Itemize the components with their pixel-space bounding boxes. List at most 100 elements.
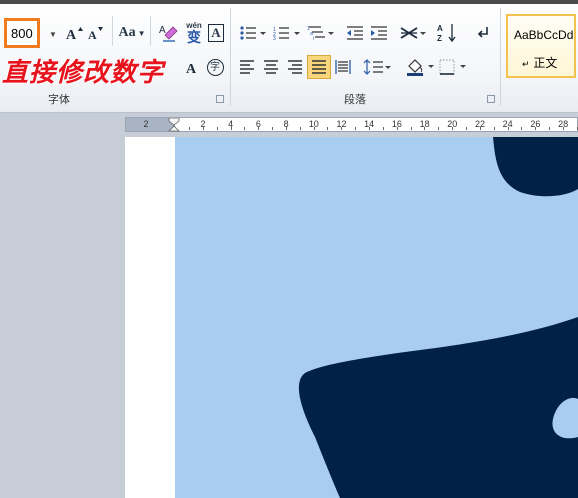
style-name-label: ↵ 正文: [522, 54, 557, 71]
grow-font-button[interactable]: A: [64, 22, 84, 44]
multilevel-list-button[interactable]: 1ai: [306, 22, 336, 44]
shape-bottom-blob: [298, 317, 578, 498]
font-shrink-icon: A: [88, 27, 103, 41]
ruler-tick: [549, 127, 550, 130]
font-group-label: 字体: [48, 94, 70, 106]
align-left-icon: [240, 60, 254, 74]
indent-marker-icon[interactable]: [168, 118, 180, 132]
ribbon-top-border: [0, 0, 578, 4]
svg-text:A: A: [159, 25, 166, 36]
svg-text:A: A: [66, 28, 77, 41]
paragraph-return-icon: ↵: [522, 60, 530, 70]
shape-top-blob: [493, 137, 578, 197]
paragraph-mark-icon: [477, 27, 488, 38]
ruler-tick: [258, 127, 259, 130]
distributed-icon: [335, 60, 351, 74]
ruler-tick: [452, 127, 453, 130]
show-marks-button[interactable]: [472, 22, 494, 44]
ruler-tick: [327, 127, 328, 130]
decrease-indent-icon: [347, 26, 363, 40]
svg-text:Z: Z: [437, 34, 442, 43]
ruler-tick: [494, 127, 495, 130]
font-grow-icon: A: [66, 27, 83, 41]
separator: [150, 16, 151, 46]
chevron-down-icon: ▼: [49, 29, 57, 39]
svg-text:3: 3: [273, 36, 276, 40]
character-border-button[interactable]: A: [206, 22, 226, 44]
svg-text:A: A: [88, 28, 97, 41]
ruler-tick: [355, 127, 356, 130]
paragraph-group-label: 段落: [344, 94, 366, 106]
align-right-button[interactable]: [284, 56, 306, 78]
clear-highlight-button[interactable]: A: [182, 56, 202, 78]
bullet-list-icon: [240, 26, 266, 40]
ruler-tick: [272, 127, 273, 130]
multilevel-list-icon: 1ai: [307, 26, 334, 41]
style-sample-text: AaBbCcDd: [514, 28, 574, 42]
group-separator: [230, 8, 231, 106]
justify-button[interactable]: [307, 55, 331, 79]
sort-button[interactable]: AZ: [434, 20, 460, 46]
font-size-dropdown-button[interactable]: ▼: [44, 24, 62, 44]
increase-indent-icon: [371, 26, 387, 40]
font-size-input[interactable]: 800: [4, 18, 40, 48]
ruler-tick: [563, 127, 564, 130]
ruler-tick: [411, 127, 412, 130]
distributed-button[interactable]: [332, 56, 354, 78]
ruler-tick: [217, 127, 218, 130]
clear-formatting-button[interactable]: A: [156, 20, 180, 44]
decrease-indent-button[interactable]: [344, 22, 366, 44]
ruler-tick: [314, 127, 315, 130]
horizontal-ruler[interactable]: 2 2 4 6 8 10 12 14 16 18 20 22 24 26 28: [125, 117, 578, 132]
bullets-button[interactable]: [238, 22, 268, 44]
enclose-char-label: 字: [206, 58, 224, 76]
borders-button[interactable]: [438, 56, 468, 78]
svg-text:A: A: [437, 24, 443, 33]
ruler-tick: [397, 127, 398, 130]
ruler-tick: [286, 127, 287, 130]
ruler-tick: [466, 127, 467, 130]
justify-icon: [312, 60, 326, 74]
font-dialog-launcher-icon[interactable]: [216, 95, 224, 103]
change-case-label: Aa: [118, 25, 136, 40]
ruler-tick: [383, 127, 384, 130]
align-right-icon: [288, 60, 302, 74]
ruler-tick: [203, 127, 204, 130]
ruler-tick: [369, 127, 370, 130]
paint-bucket-icon: [407, 59, 434, 76]
align-center-icon: [264, 60, 278, 74]
ruler-tick: [535, 127, 536, 130]
image-canvas[interactable]: [175, 137, 578, 498]
ruler-tick: [438, 127, 439, 130]
ruler-tick: [231, 127, 232, 130]
ruler-tick: [244, 127, 245, 130]
ruler-tick: [300, 127, 301, 130]
phonetic-guide-button[interactable]: wén 变: [182, 20, 206, 46]
style-normal[interactable]: AaBbCcDd ↵ 正文: [506, 14, 576, 78]
ruler-tick: [480, 127, 481, 130]
paragraph-dialog-launcher-icon[interactable]: [487, 95, 495, 103]
enclose-characters-button[interactable]: 字: [204, 56, 226, 78]
chinese-layout-button[interactable]: [398, 22, 428, 44]
clear-formatting-icon: A: [159, 25, 178, 42]
ruler-tick: [521, 127, 522, 130]
shading-button[interactable]: [404, 56, 436, 78]
shrink-font-button[interactable]: A: [86, 22, 106, 44]
character-border-label: A: [208, 24, 224, 42]
align-left-button[interactable]: [236, 56, 258, 78]
ruler-label: 2: [143, 119, 149, 129]
increase-indent-button[interactable]: [368, 22, 390, 44]
eraser-icon: A: [186, 62, 197, 75]
separator: [112, 16, 113, 46]
align-center-button[interactable]: [260, 56, 282, 78]
font-size-value: 800: [11, 25, 33, 41]
annotation-text: 直接修改数字: [2, 58, 165, 88]
change-case-button[interactable]: Aa ▼: [118, 22, 146, 44]
pinyin-char: 变: [187, 29, 201, 45]
chevron-down-icon: ▼: [137, 28, 146, 38]
numbering-button[interactable]: 123: [272, 22, 302, 44]
style-name-text: 正文: [533, 56, 558, 70]
line-spacing-button[interactable]: [362, 56, 392, 78]
svg-text:i: i: [313, 36, 314, 41]
ruler-tick: [508, 127, 509, 130]
